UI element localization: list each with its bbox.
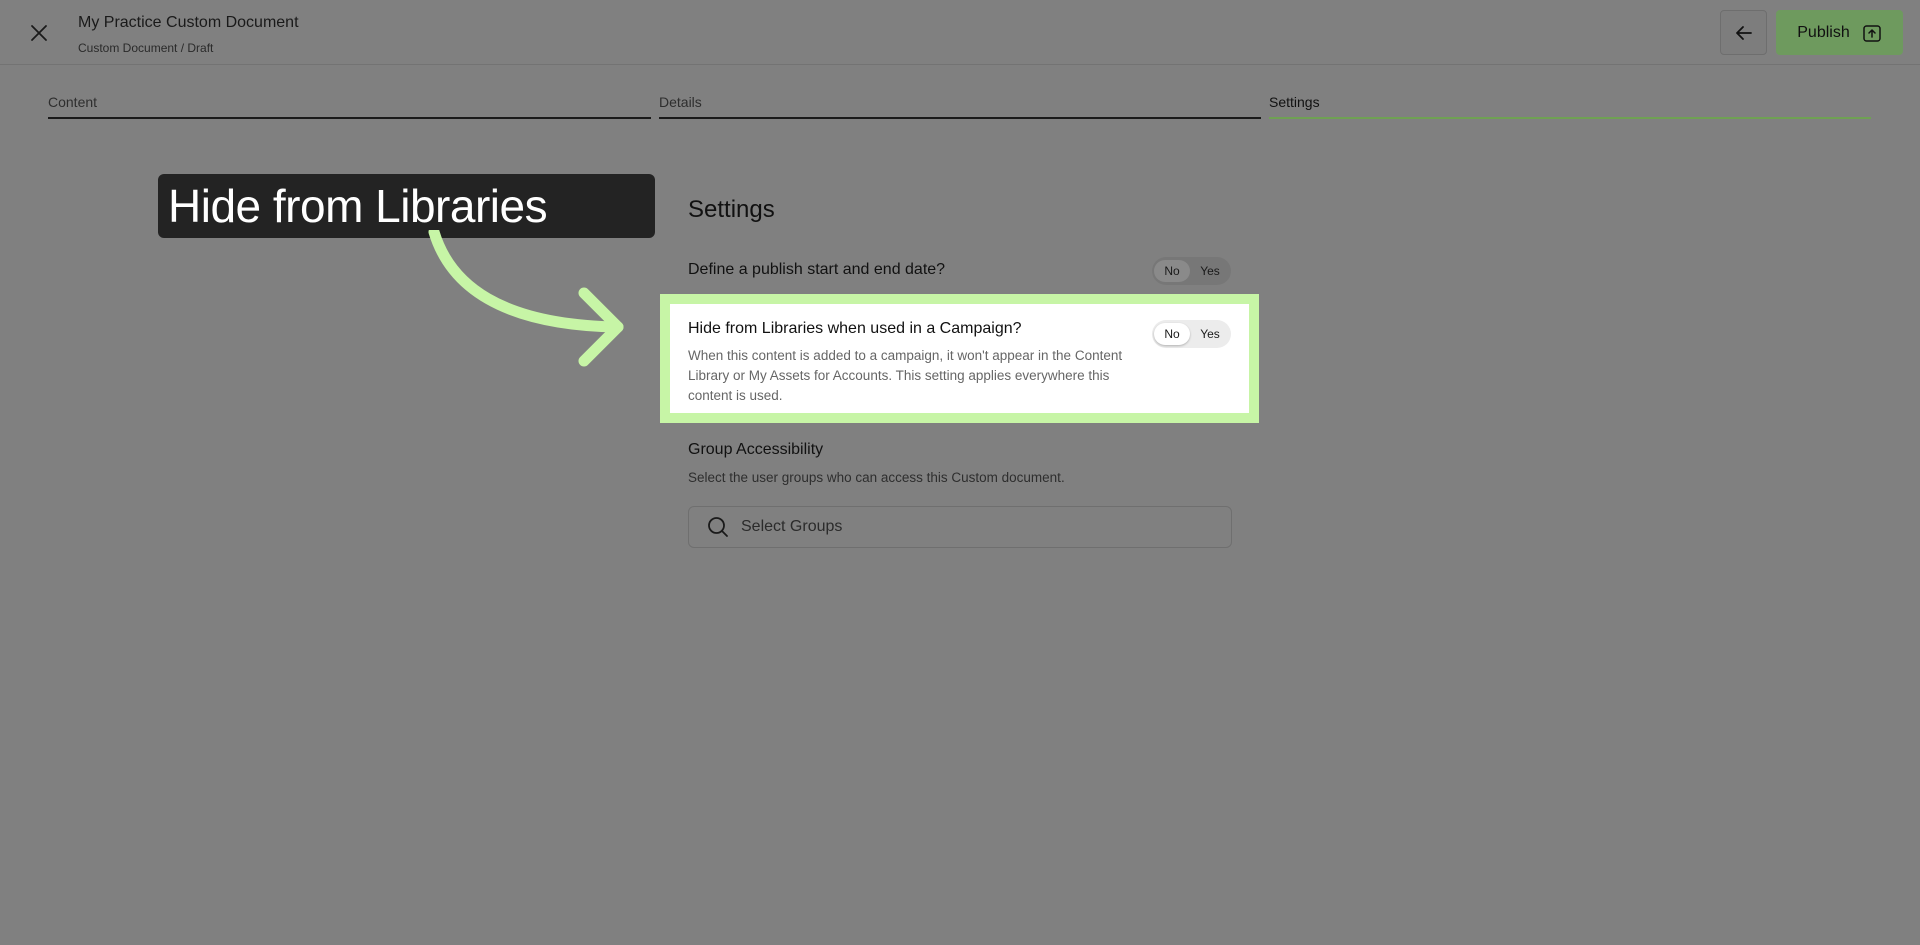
hide-from-libraries-setting: Hide from Libraries when used in a Campa… bbox=[670, 304, 1249, 413]
publish-button[interactable]: Publish bbox=[1776, 10, 1903, 55]
group-accessibility-description: Select the user groups who can access th… bbox=[688, 470, 1065, 485]
settings-title: Settings bbox=[688, 196, 775, 223]
document-title: My Practice Custom Document bbox=[78, 14, 299, 31]
search-icon bbox=[708, 517, 728, 537]
publish-label: Publish bbox=[1797, 23, 1850, 41]
tab-details[interactable]: Details bbox=[659, 94, 1261, 119]
callout-arrow-icon bbox=[428, 230, 624, 367]
publish-dates-label: Define a publish start and end date? bbox=[688, 261, 946, 278]
hide-from-libraries-toggle[interactable]: No Yes bbox=[1152, 320, 1231, 348]
toggle-option-yes[interactable]: Yes bbox=[1192, 323, 1228, 345]
tab-settings[interactable]: Settings bbox=[1269, 94, 1871, 119]
group-accessibility-label: Group Accessibility bbox=[688, 441, 824, 458]
select-groups-field[interactable] bbox=[688, 506, 1232, 548]
highlight-frame: Hide from Libraries when used in a Campa… bbox=[660, 294, 1259, 423]
publish-dates-toggle[interactable]: No Yes bbox=[1152, 257, 1231, 285]
select-groups-input[interactable] bbox=[741, 518, 1221, 536]
breadcrumb: Custom Document / Draft bbox=[78, 41, 214, 55]
toggle-option-yes[interactable]: Yes bbox=[1192, 260, 1228, 282]
close-button[interactable] bbox=[22, 16, 56, 50]
publish-icon bbox=[1862, 24, 1881, 42]
back-button[interactable] bbox=[1720, 10, 1767, 55]
tab-content[interactable]: Content bbox=[48, 94, 651, 119]
tutorial-callout: Hide from Libraries bbox=[158, 174, 655, 238]
hide-from-libraries-label: Hide from Libraries when used in a Campa… bbox=[688, 320, 1022, 337]
top-bar: My Practice Custom Document Custom Docum… bbox=[0, 0, 1920, 65]
toggle-option-no[interactable]: No bbox=[1154, 260, 1190, 282]
hide-from-libraries-description: When this content is added to a campaign… bbox=[688, 348, 1123, 403]
close-icon bbox=[31, 25, 47, 41]
arrow-left-icon bbox=[1735, 25, 1752, 40]
toggle-option-no[interactable]: No bbox=[1154, 323, 1190, 345]
